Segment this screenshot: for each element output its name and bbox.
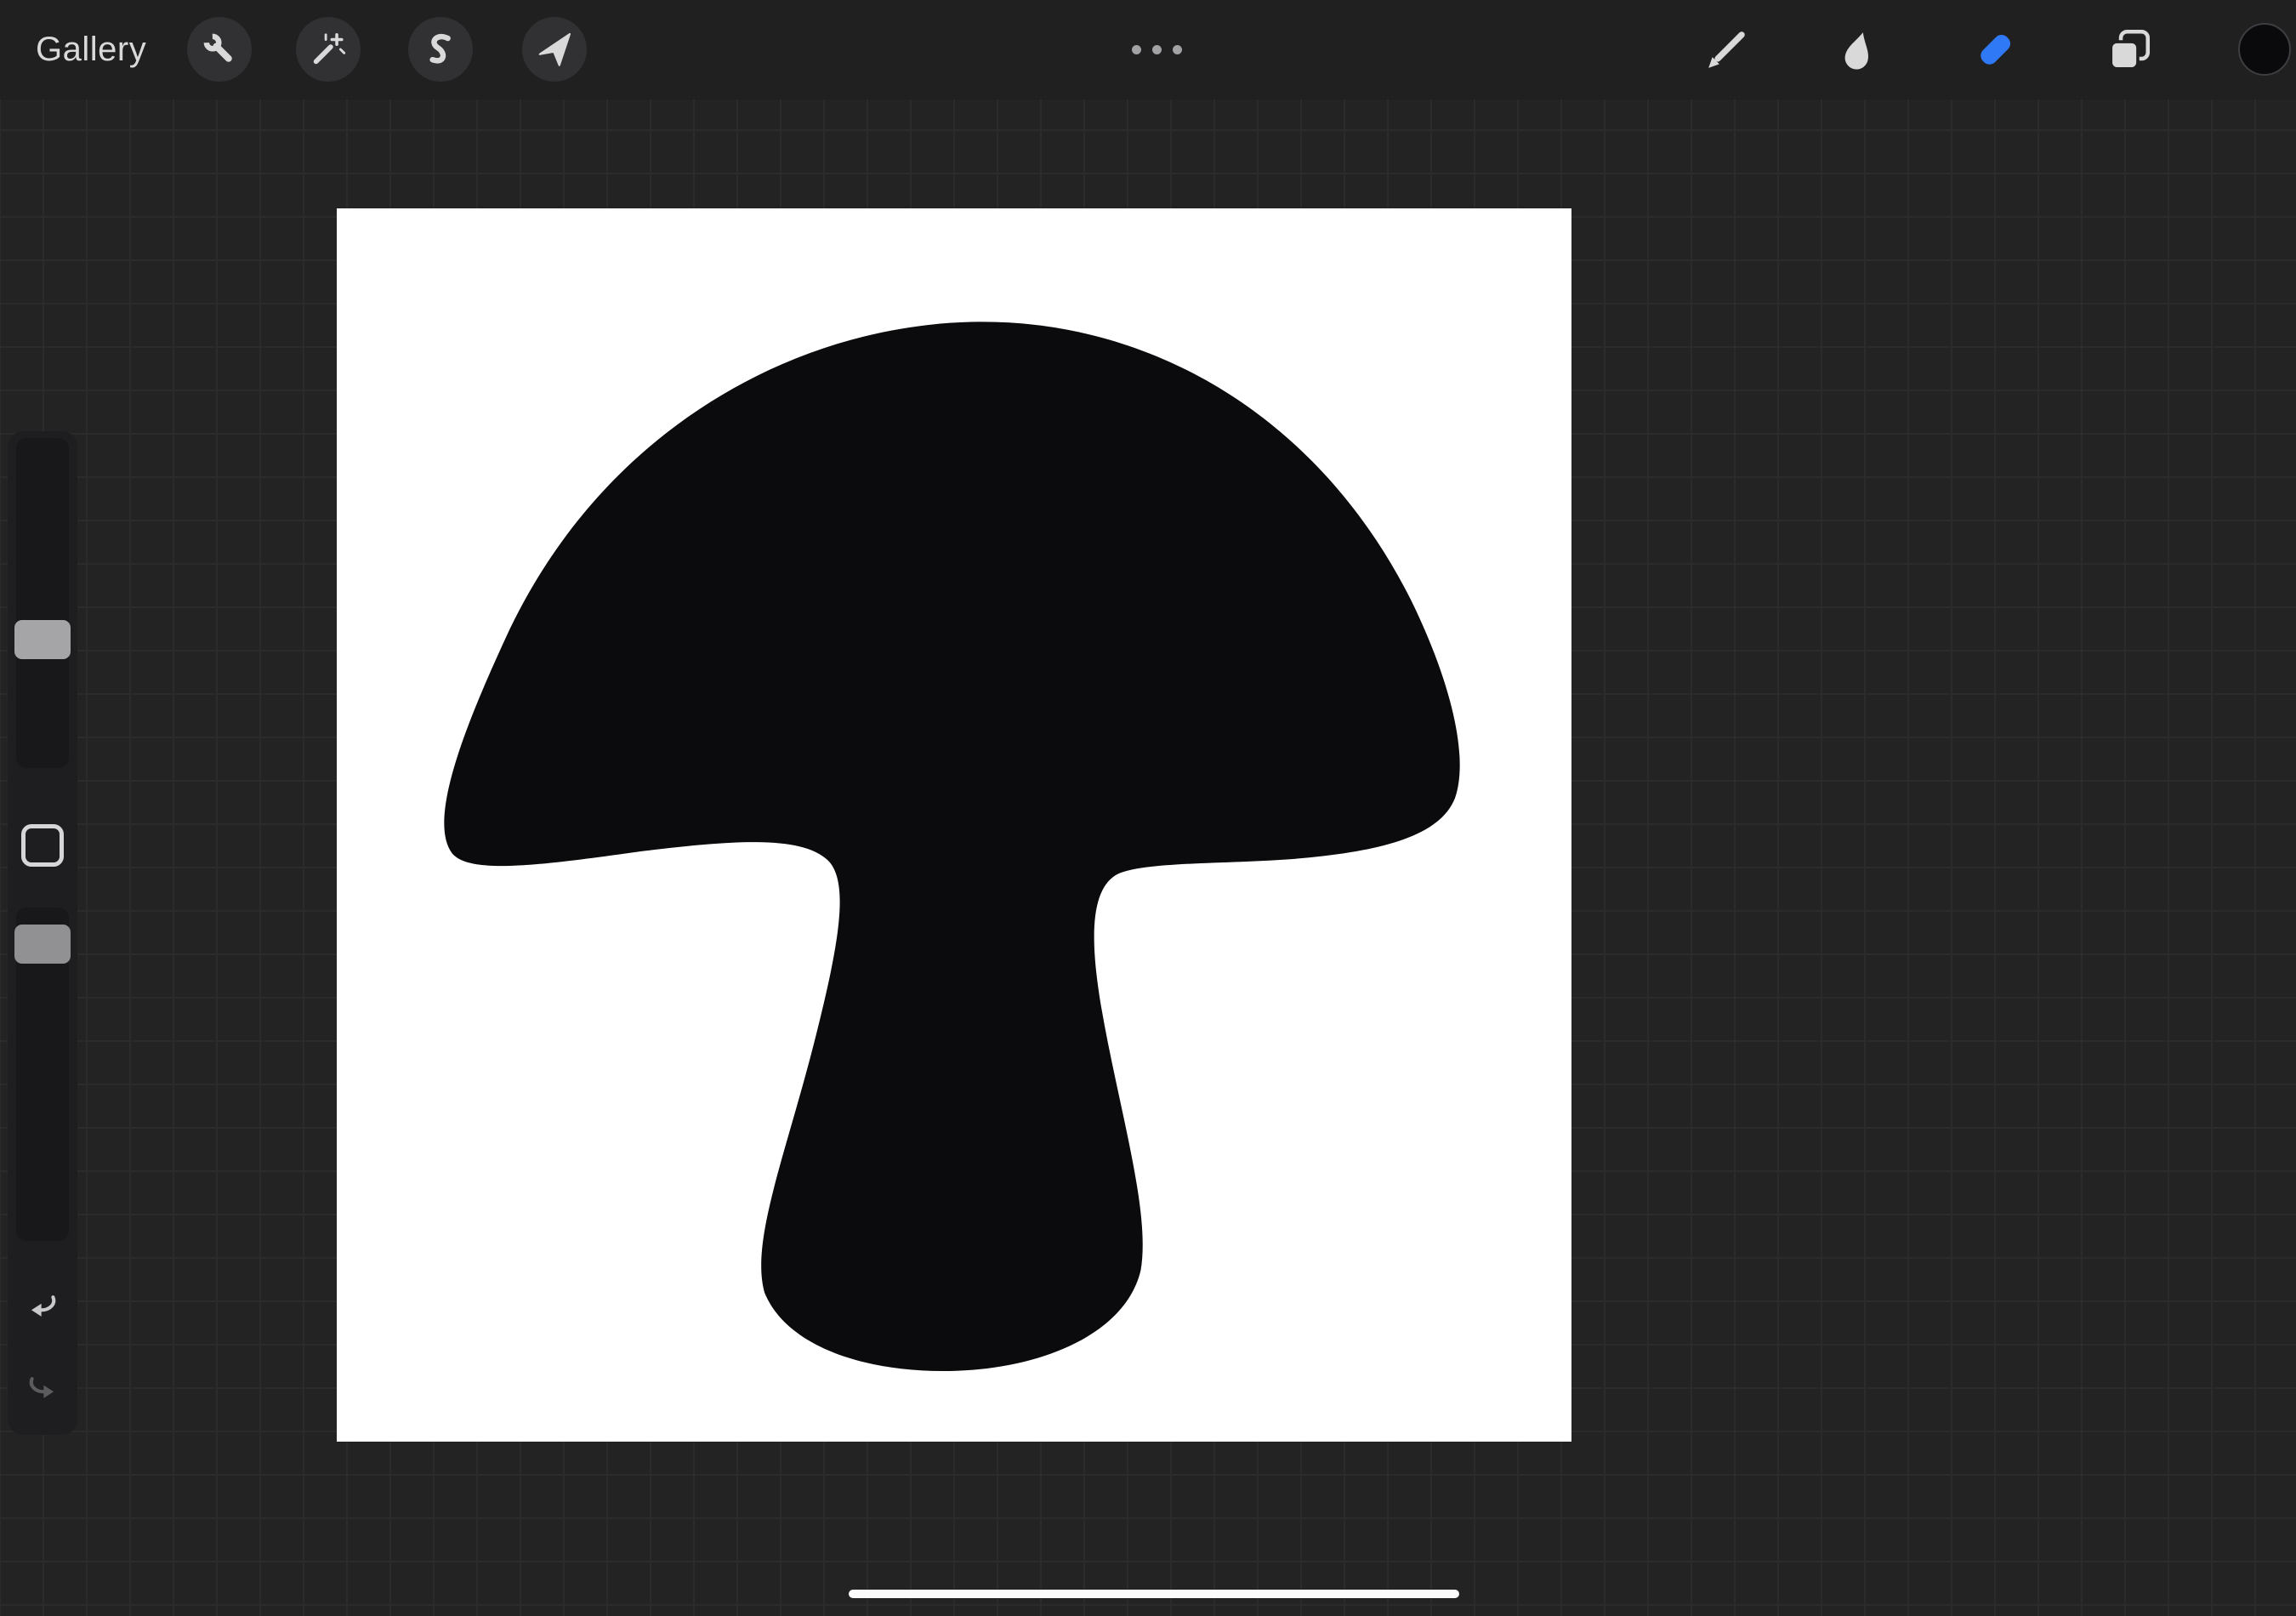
- smudge-tool-button[interactable]: [1821, 14, 1892, 86]
- home-indicator[interactable]: [849, 1590, 1459, 1598]
- undo-arrow-icon: [24, 1284, 61, 1322]
- layers-button[interactable]: [2094, 14, 2165, 86]
- brush-icon: [1702, 26, 1751, 75]
- undo-button[interactable]: [21, 1282, 64, 1324]
- sidebar: [8, 431, 77, 1435]
- mushroom-drawing: [337, 208, 1571, 1442]
- adjustments-button[interactable]: [296, 17, 361, 82]
- layers-icon: [2105, 26, 2154, 75]
- drawing-canvas[interactable]: [337, 208, 1571, 1442]
- procreate-canvas-screen: Gallery: [0, 0, 2296, 1616]
- redo-button[interactable]: [21, 1363, 64, 1406]
- transform-button[interactable]: [522, 17, 587, 82]
- color-swatch[interactable]: [2238, 23, 2291, 76]
- ellipsis-icon: [1132, 45, 1141, 54]
- ellipsis-icon: [1152, 45, 1162, 54]
- transform-arrow-icon: [535, 30, 574, 69]
- selection-s-icon: [421, 30, 460, 69]
- brush-size-slider-handle[interactable]: [14, 620, 71, 659]
- magic-wand-icon: [309, 30, 348, 69]
- smudge-icon: [1832, 26, 1881, 75]
- wrench-icon: [200, 30, 239, 69]
- actions-button[interactable]: [187, 17, 252, 82]
- brush-size-slider-track[interactable]: [16, 438, 69, 768]
- mushroom-silhouette: [444, 321, 1459, 1371]
- ellipsis-icon: [1173, 45, 1182, 54]
- eraser-icon: [1970, 26, 2020, 75]
- gallery-button[interactable]: Gallery: [36, 0, 146, 100]
- top-toolbar: Gallery: [0, 0, 2296, 100]
- selection-button[interactable]: [408, 17, 473, 82]
- redo-arrow-icon: [24, 1366, 61, 1403]
- opacity-slider-handle[interactable]: [14, 925, 71, 964]
- erase-tool-button[interactable]: [1959, 14, 2031, 86]
- more-options-button[interactable]: [1124, 41, 1189, 58]
- paint-tool-button[interactable]: [1691, 14, 1762, 86]
- modify-button[interactable]: [21, 824, 64, 867]
